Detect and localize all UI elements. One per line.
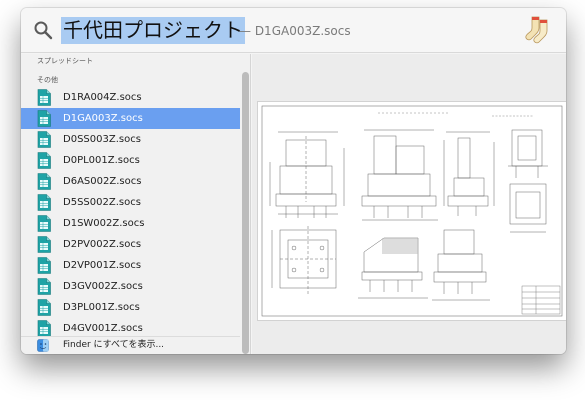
result-row-label: D0SS003Z.socs — [63, 134, 141, 145]
result-row-label: D1RA004Z.socs — [63, 92, 142, 103]
result-row-label: D1SW002Z.socs — [63, 218, 145, 229]
result-row[interactable]: D2VP001Z.socs — [21, 255, 240, 276]
search-icon — [34, 21, 53, 40]
cad-drawing-image — [261, 105, 563, 317]
result-row-label: D3GV002Z.socs — [63, 281, 143, 292]
result-row-label: D1GA003Z.socs — [63, 113, 143, 124]
result-row[interactable]: D0SS003Z.socs — [21, 129, 240, 150]
result-row-label: D5SS002Z.socs — [63, 197, 141, 208]
spreadsheet-file-icon — [37, 173, 51, 190]
result-row[interactable]: D0PL001Z.socs — [21, 150, 240, 171]
result-row-label: D3PL001Z.socs — [63, 302, 140, 313]
result-row[interactable]: D2PV002Z.socs — [21, 234, 240, 255]
section-header-other: その他 — [37, 76, 58, 84]
spotlight-window: 千代田プロジェクト — D1GA003Z.socs スプレッドシート その他 D… — [21, 8, 566, 354]
results-list: スプレッドシート その他 D1RA004Z.socs D1GA003Z.socs D… — [21, 54, 251, 354]
spreadsheet-file-icon — [37, 110, 51, 127]
show-all-in-finder[interactable]: Finder にすべてを表示... — [21, 336, 240, 354]
drawing-preview — [258, 102, 566, 320]
result-row[interactable]: D1GA003Z.socs — [21, 108, 240, 129]
result-row[interactable]: D1RA004Z.socs — [21, 87, 240, 108]
result-row-label: D0PL001Z.socs — [63, 155, 140, 166]
spreadsheet-file-icon — [37, 299, 51, 316]
section-header-spreadsheet: スプレッドシート — [37, 57, 93, 65]
finder-icon — [37, 339, 49, 352]
spreadsheet-file-icon — [37, 320, 51, 337]
results-scrollbar[interactable] — [242, 72, 249, 354]
result-row[interactable]: D5SS002Z.socs — [21, 192, 240, 213]
search-bar[interactable]: 千代田プロジェクト — D1GA003Z.socs — [21, 8, 566, 53]
preview-pane — [252, 54, 566, 354]
spreadsheet-file-icon — [37, 131, 51, 148]
result-row[interactable]: D3GV002Z.socs — [21, 276, 240, 297]
result-row[interactable]: D1SW002Z.socs — [21, 213, 240, 234]
socks-icon — [525, 16, 548, 44]
show-all-in-finder-label: Finder にすべてを表示... — [63, 340, 165, 350]
spreadsheet-file-icon — [37, 152, 51, 169]
spreadsheet-file-icon — [37, 89, 51, 106]
result-row-label: D4GV001Z.socs — [63, 323, 143, 334]
spreadsheet-file-icon — [37, 236, 51, 253]
spreadsheet-file-icon — [37, 257, 51, 274]
result-row-label: D2PV002Z.socs — [63, 239, 142, 250]
search-input[interactable]: 千代田プロジェクト — [61, 17, 245, 44]
spreadsheet-file-icon — [37, 194, 51, 211]
spreadsheet-file-icon — [37, 215, 51, 232]
search-completion-hint: — D1GA003Z.socs — [239, 24, 351, 38]
result-row[interactable]: D6AS002Z.socs — [21, 171, 240, 192]
result-row-label: D6AS002Z.socs — [63, 176, 142, 187]
result-row[interactable]: D3PL001Z.socs — [21, 297, 240, 318]
spreadsheet-file-icon — [37, 278, 51, 295]
result-row-label: D2VP001Z.socs — [63, 260, 142, 271]
